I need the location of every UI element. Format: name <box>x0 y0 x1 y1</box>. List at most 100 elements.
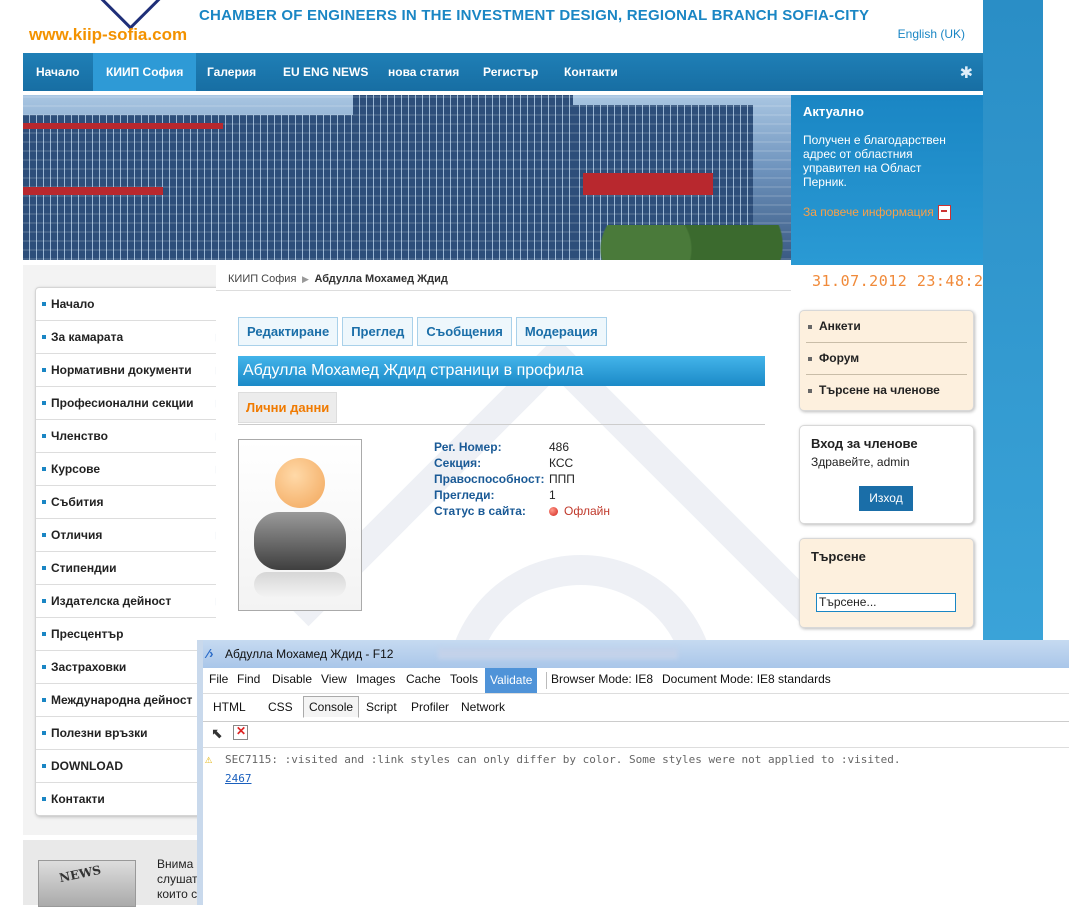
info-label: Прегледи: <box>434 488 495 502</box>
edit-tab[interactable]: Редактиране <box>238 317 339 346</box>
info-value: ППП <box>549 472 575 486</box>
newspaper-icon[interactable]: NEWS <box>38 860 136 907</box>
menu-find[interactable]: Find <box>237 672 260 686</box>
status-value: Офлайн <box>549 504 610 518</box>
sidebar-item-label: За камарата <box>51 330 124 344</box>
sidebar-item-label: Начало <box>51 297 95 311</box>
left-sidebar: Начало За камарата▶ Нормативни документи… <box>23 265 229 835</box>
breadcrumb-current: Абдулла Мохамед Ждид <box>314 273 448 285</box>
sidebar-item-events[interactable]: Събития <box>36 486 228 519</box>
avatar-reflection <box>254 572 346 597</box>
sidebar-item-label: Контакти <box>51 792 105 806</box>
menu-cache[interactable]: Cache <box>406 672 441 686</box>
tab-script[interactable]: Script <box>366 700 397 714</box>
devtools-window: ⁄› Абдулла Мохамед Ждид - F12 File Find … <box>197 640 1069 905</box>
sidebar-item-label: Издателска дейност <box>51 594 172 608</box>
messages-tab[interactable]: Съобщения <box>417 317 512 346</box>
menu-separator <box>546 672 547 689</box>
sidebar-item-label: Полезни връзки <box>51 726 148 740</box>
news-image-text: NEWS <box>58 862 103 886</box>
menu-validate[interactable]: Validate <box>485 668 538 693</box>
nav-item-home[interactable]: Начало <box>23 53 92 91</box>
menu-file[interactable]: File <box>209 672 228 686</box>
login-greeting: Здравейте, admin <box>811 455 910 469</box>
nav-item-kiip-sofia[interactable]: КИИП София <box>93 53 197 91</box>
pdf-icon <box>937 205 951 221</box>
sidebar-item-awards[interactable]: Отличия▶ <box>36 519 228 552</box>
sidebar-item-normative[interactable]: Нормативни документи▶ <box>36 354 228 387</box>
nav-item-gallery[interactable]: Галерия <box>194 53 269 91</box>
console-message: SEC7115: :visited and :link styles can o… <box>225 753 901 766</box>
menu-images[interactable]: Images <box>356 672 395 686</box>
devtools-menubar: File Find Disable View Images Cache Tool… <box>203 668 1069 694</box>
sidebar-item-sections[interactable]: Професионални секции▶ <box>36 387 228 420</box>
more-info-link[interactable]: За повече информация <box>803 205 951 221</box>
nav-item-register[interactable]: Регистър <box>470 53 551 91</box>
info-row-reg-number: Рег. Номер: 486 <box>434 440 674 456</box>
sidebar-item-home[interactable]: Начало <box>36 288 228 321</box>
info-value: КСС <box>549 456 574 470</box>
menu-view[interactable]: View <box>321 672 347 686</box>
profile-actions: Редактиране Преглед Съобщения Модерация <box>238 317 611 346</box>
devtools-titlebar[interactable]: ⁄› Абдулла Мохамед Ждид - F12 <box>203 640 1069 668</box>
sidebar-item-label: Пресцентър <box>51 627 124 641</box>
menu-tools[interactable]: Tools <box>450 672 478 686</box>
tab-profiler[interactable]: Profiler <box>411 700 449 714</box>
search-input[interactable]: Търсене... <box>816 593 956 612</box>
sidebar-item-membership[interactable]: Членство▶ <box>36 420 228 453</box>
devtools-title: Абдулла Мохамед Ждид - F12 <box>225 647 394 661</box>
news-highlight-box: Актуално Получен е благодарствен адрес о… <box>791 95 983 265</box>
nav-item-contacts[interactable]: Контакти <box>551 53 631 91</box>
search-box: Търсене Търсене... <box>799 538 974 628</box>
tab-console[interactable]: Console <box>303 696 360 718</box>
info-row-qualification: Правоспособност: ППП <box>434 472 674 488</box>
warning-icon: ⚠ <box>205 752 213 766</box>
profile-title: Абдулла Мохамед Ждид страници в профила <box>238 356 765 386</box>
tab-network[interactable]: Network <box>461 700 505 714</box>
nav-item-new-article[interactable]: нова статия <box>375 53 472 91</box>
tab-personal-data[interactable]: Лични данни <box>238 392 338 423</box>
sidebar-item-label: Нормативни документи <box>51 363 192 377</box>
link-member-search[interactable]: Търсене на членове <box>806 375 967 406</box>
sidebar-item-label: Застраховки <box>51 660 127 674</box>
gear-icon[interactable]: ✱ <box>960 63 973 83</box>
select-element-icon[interactable]: ⬉ <box>211 725 223 742</box>
avatar <box>238 439 362 611</box>
view-tab[interactable]: Преглед <box>342 317 414 346</box>
blurred-url <box>438 648 678 659</box>
nav-item-eu-eng-news[interactable]: EU ENG NEWS <box>270 53 381 91</box>
news-text: Внима слушат които с <box>157 857 198 902</box>
more-info-label[interactable]: За повече информация <box>803 205 934 219</box>
site-url[interactable]: www.kiip-sofia.com <box>29 25 187 45</box>
browser-mode[interactable]: Browser Mode: IE8 <box>551 672 653 686</box>
moderation-tab[interactable]: Модерация <box>515 317 607 346</box>
devtools-toolbar: ⬉ <box>203 722 1069 748</box>
news-text-line: слушат <box>157 872 198 886</box>
avatar-body <box>254 512 346 570</box>
tab-css[interactable]: CSS <box>268 700 293 714</box>
sidebar-item-courses[interactable]: Курсове▶ <box>36 453 228 486</box>
menu-disable[interactable]: Disable <box>272 672 312 686</box>
document-mode[interactable]: Document Mode: IE8 standards <box>662 672 831 686</box>
logout-button[interactable]: Изход <box>859 486 913 511</box>
sidebar-item-label: Членство <box>51 429 108 443</box>
clear-console-icon[interactable] <box>233 724 248 740</box>
sidebar-item-label: Отличия <box>51 528 103 542</box>
breadcrumb-root[interactable]: КИИП София <box>228 273 296 285</box>
sidebar-item-publishing[interactable]: Издателска дейност▶ <box>36 585 228 618</box>
site-header: www.kiip-sofia.com CHAMBER OF ENGINEERS … <box>23 0 983 53</box>
right-decor-strip <box>983 0 1043 640</box>
link-forum[interactable]: Форум <box>806 343 967 375</box>
info-row-status: Статус в сайта: Офлайн <box>434 504 674 520</box>
sidebar-item-about[interactable]: За камарата▶ <box>36 321 228 354</box>
link-polls[interactable]: Анкети <box>806 311 967 343</box>
status-text: Офлайн <box>564 504 610 518</box>
tab-html[interactable]: HTML <box>213 700 246 714</box>
banner-image <box>23 95 791 260</box>
sidebar-item-scholarships[interactable]: Стипендии <box>36 552 228 585</box>
sidebar-item-label: DOWNLOAD <box>51 759 123 773</box>
console-source-link[interactable]: 2467 <box>225 772 252 785</box>
news-text-line: Внима <box>157 857 194 871</box>
breadcrumb-separator-icon: ▶ <box>299 274 312 284</box>
language-link[interactable]: English (UK) <box>898 27 965 41</box>
